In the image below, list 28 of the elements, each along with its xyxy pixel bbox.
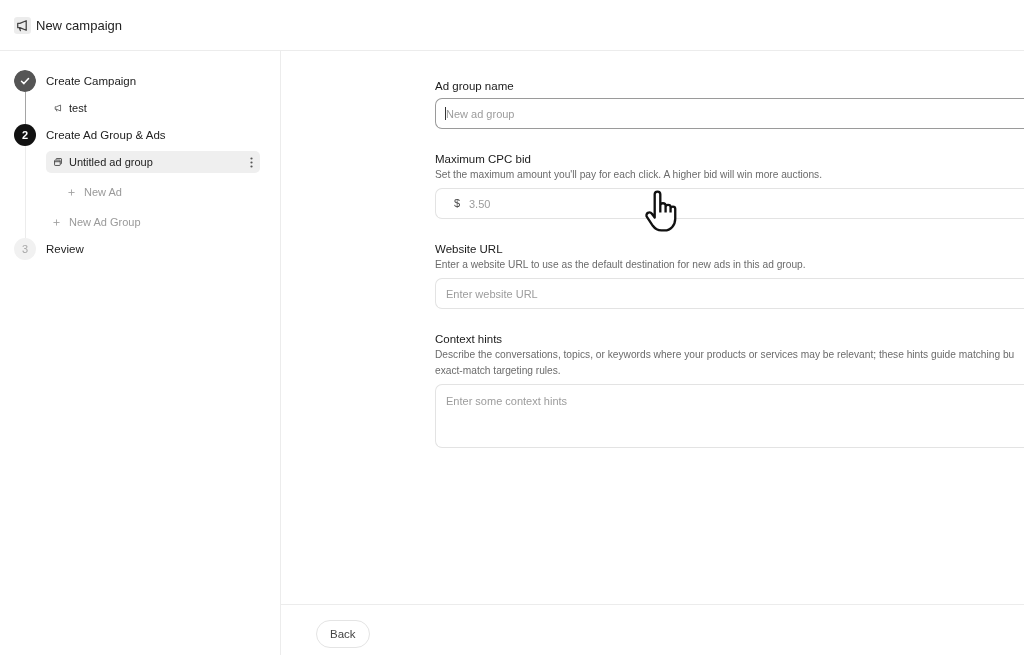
plus-icon <box>53 218 60 226</box>
step-number: 2 <box>14 124 36 146</box>
plus-icon <box>68 188 75 196</box>
field-label: Website URL <box>435 242 504 256</box>
help-text: Enter a website URL to use as the default destination for new ads in this ad group. <box>435 258 807 272</box>
hand-cursor-icon <box>643 190 679 232</box>
step-label: Create Campaign <box>46 75 137 87</box>
step-label: Review <box>46 243 84 255</box>
help-text: Set the maximum amount you'll pay for each click. A higher bid will win more auctions. <box>435 168 823 182</box>
sidebar-item[interactable]: Untitled ad group <box>46 151 260 173</box>
megaphone-icon <box>14 16 31 34</box>
kebab-menu-icon[interactable] <box>250 156 253 168</box>
help-text: exact-match targeting rules. <box>435 364 562 378</box>
stacked-squares-icon <box>53 157 63 167</box>
textarea-field[interactable]: Enter some context hints <box>435 384 1024 448</box>
input-field[interactable]: New ad group <box>435 98 1024 129</box>
step-number: 3 <box>14 238 36 260</box>
megaphone-icon <box>53 103 63 113</box>
field-label: Context hints <box>435 332 504 346</box>
help-text: Describe the conversations, topics, or keywords where your products or services may be relevant; these hints guide matching bu <box>435 348 1016 362</box>
back-button[interactable]: Back <box>316 620 370 648</box>
field-label: Maximum CPC bid <box>435 152 532 166</box>
field-label: Ad group name <box>435 79 515 93</box>
sidebar-item[interactable]: test <box>46 97 260 119</box>
page-title: New campaign <box>36 17 122 33</box>
currency-prefix: $ <box>454 197 461 210</box>
text-cursor-icon <box>445 107 446 120</box>
step-label: Create Ad Group & Ads <box>46 129 166 141</box>
